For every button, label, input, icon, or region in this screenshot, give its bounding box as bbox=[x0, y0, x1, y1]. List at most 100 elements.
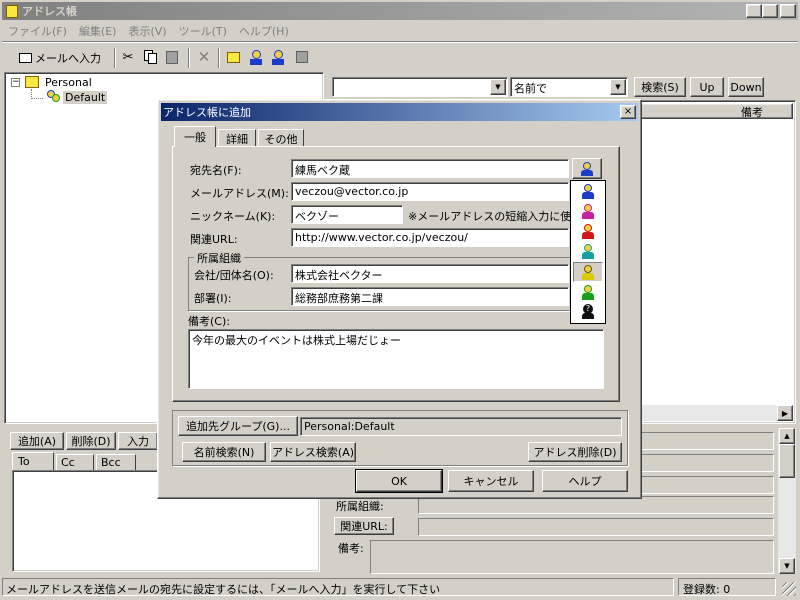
close-icon: × bbox=[623, 106, 633, 117]
new-group-icon[interactable] bbox=[226, 49, 242, 65]
scroll-thumb[interactable] bbox=[779, 444, 795, 478]
tab-details[interactable]: 詳細 bbox=[218, 129, 256, 147]
email-label: メールアドレス(M): bbox=[190, 187, 289, 200]
tree-root-label[interactable]: Personal bbox=[45, 76, 92, 89]
chevron-up-icon: ▲ bbox=[784, 432, 790, 440]
nickname-field[interactable]: ベクゾー bbox=[291, 205, 403, 224]
toolbar-separator bbox=[114, 48, 116, 68]
minimize-button[interactable]: _ bbox=[746, 4, 762, 18]
main-title-bar: アドレス帳 _ □ × bbox=[2, 2, 798, 20]
menu-tools[interactable]: ツール(T) bbox=[179, 23, 227, 39]
mail-input-button[interactable]: メールへ入力 bbox=[14, 47, 102, 68]
chevron-right-icon: ▶ bbox=[781, 408, 789, 418]
detail-url-button[interactable]: 関連URL: bbox=[334, 517, 394, 535]
detail-note-field bbox=[370, 540, 774, 574]
toolbar-separator-3 bbox=[218, 48, 220, 68]
up-button[interactable]: Up bbox=[690, 77, 724, 97]
address-search-button[interactable]: アドレス検索(A) bbox=[270, 442, 356, 462]
url-label: 関連URL: bbox=[190, 233, 238, 246]
person-icon-blue[interactable] bbox=[581, 184, 595, 200]
menu-divider bbox=[2, 41, 798, 43]
mail-input-icon bbox=[19, 52, 32, 63]
scroll-right-button[interactable]: ▶ bbox=[777, 405, 793, 421]
ok-button[interactable]: OK bbox=[355, 469, 443, 493]
name-field[interactable]: 練馬ベク蔵 bbox=[291, 159, 569, 178]
target-group-field: Personal:Default bbox=[300, 417, 622, 436]
search-field[interactable] bbox=[332, 77, 508, 97]
chevron-down-icon: ▼ bbox=[495, 83, 501, 91]
tab-general[interactable]: 一般 bbox=[174, 126, 216, 147]
name-label: 宛先名(F): bbox=[190, 164, 242, 177]
tree-expand-icon[interactable]: − bbox=[11, 78, 20, 87]
contacts-icon bbox=[45, 89, 61, 105]
dept-field[interactable]: 総務部庶務第二課 bbox=[291, 287, 569, 306]
delete-icon[interactable]: ✕ bbox=[196, 48, 212, 66]
scroll-down-button[interactable]: ▼ bbox=[779, 558, 795, 574]
url-field[interactable]: http://www.vector.co.jp/veczou/ bbox=[291, 228, 569, 247]
email-field[interactable]: veczou@vector.co.jp bbox=[291, 182, 569, 201]
new-contact-icon[interactable] bbox=[248, 49, 264, 65]
delete-recipient-button[interactable]: 削除(D) bbox=[66, 432, 116, 450]
window-title: アドレス帳 bbox=[22, 5, 77, 18]
person-icon bbox=[581, 161, 593, 176]
person-icon-cyan[interactable] bbox=[581, 244, 595, 260]
input-recipient-button[interactable]: 入力 bbox=[118, 432, 158, 450]
status-count: 登録数: 0 bbox=[678, 578, 776, 596]
tab-bcc[interactable]: Bcc bbox=[96, 454, 136, 470]
cancel-button[interactable]: キャンセル bbox=[448, 470, 534, 492]
search-bar: ▼ 名前で ▼ 検索(S) Up Down bbox=[328, 76, 798, 98]
search-field-dropdown[interactable]: ▼ bbox=[490, 79, 506, 95]
menu-edit[interactable]: 編集(E) bbox=[79, 23, 117, 39]
person-icon-green[interactable] bbox=[581, 285, 595, 301]
help-button[interactable]: ヘルプ bbox=[542, 470, 628, 492]
dialog-title: アドレス帳に追加 bbox=[163, 106, 251, 119]
address-delete-button[interactable]: アドレス削除(D) bbox=[528, 442, 622, 462]
copy-icon[interactable] bbox=[142, 49, 158, 65]
person-icon-magenta[interactable] bbox=[581, 204, 595, 220]
tab-cc[interactable]: Cc bbox=[56, 454, 94, 470]
company-field[interactable]: 株式会社ベクター bbox=[291, 264, 569, 283]
maximize-icon: □ bbox=[765, 5, 775, 16]
menu-file[interactable]: ファイル(F) bbox=[8, 23, 67, 39]
unknown-person-icon[interactable]: ? bbox=[581, 304, 595, 320]
search-mode-dropdown[interactable]: ▼ bbox=[610, 79, 626, 95]
vertical-scrollbar[interactable]: ▲ ▼ bbox=[778, 428, 796, 574]
add-address-dialog: アドレス帳に追加 × 一般 詳細 その他 宛先名(F): 練馬ベク蔵 メールアド… bbox=[157, 99, 642, 499]
tree-child-label[interactable]: Default bbox=[63, 91, 108, 104]
person-icon-yellow[interactable] bbox=[573, 262, 603, 282]
status-message: メールアドレスを送信メールの宛先に設定するには、「メールへ入力」を実行して下さい bbox=[2, 578, 674, 596]
toolbar-separator-2 bbox=[188, 48, 190, 68]
company-label: 会社/団体名(O): bbox=[194, 269, 274, 282]
resize-grip-icon[interactable] bbox=[782, 582, 796, 596]
tab-to[interactable]: To bbox=[12, 452, 54, 470]
cut-icon[interactable]: ✂ bbox=[120, 49, 136, 65]
dialog-title-bar: アドレス帳に追加 × bbox=[161, 103, 638, 121]
tab-other[interactable]: その他 bbox=[258, 129, 304, 147]
tree-connector bbox=[31, 89, 43, 99]
name-search-button[interactable]: 名前検索(N) bbox=[182, 442, 266, 462]
chevron-down-icon: ▼ bbox=[784, 562, 790, 570]
icon-picker-list[interactable]: ? bbox=[570, 180, 606, 324]
note-label: 備考(C): bbox=[188, 315, 230, 328]
close-button[interactable]: × bbox=[780, 4, 796, 18]
paste-icon[interactable] bbox=[164, 49, 180, 65]
org-group-label: 所属組織 bbox=[194, 250, 244, 266]
app-icon bbox=[6, 4, 18, 18]
add-recipient-button[interactable]: 追加(A) bbox=[10, 432, 64, 450]
scroll-up-button[interactable]: ▲ bbox=[779, 428, 795, 444]
close-icon: × bbox=[783, 5, 793, 16]
menu-help[interactable]: ヘルプ(H) bbox=[239, 23, 289, 39]
search-button[interactable]: 検索(S) bbox=[634, 77, 686, 97]
detail-note-label: 備考: bbox=[338, 542, 364, 555]
properties-icon[interactable] bbox=[294, 49, 310, 65]
list-note-header[interactable]: 備考 bbox=[741, 104, 763, 120]
maximize-button[interactable]: □ bbox=[762, 4, 778, 18]
dialog-close-button[interactable]: × bbox=[620, 105, 636, 119]
contact-icon[interactable] bbox=[270, 49, 286, 65]
person-icon-red[interactable] bbox=[581, 224, 595, 240]
down-button[interactable]: Down bbox=[728, 77, 764, 97]
menu-view[interactable]: 表示(V) bbox=[128, 23, 166, 39]
icon-picker-button[interactable] bbox=[572, 158, 602, 179]
note-field[interactable]: 今年の最大のイベントは株式上場だじょー bbox=[188, 329, 604, 389]
target-group-button[interactable]: 追加先グループ(G)... bbox=[178, 416, 298, 436]
